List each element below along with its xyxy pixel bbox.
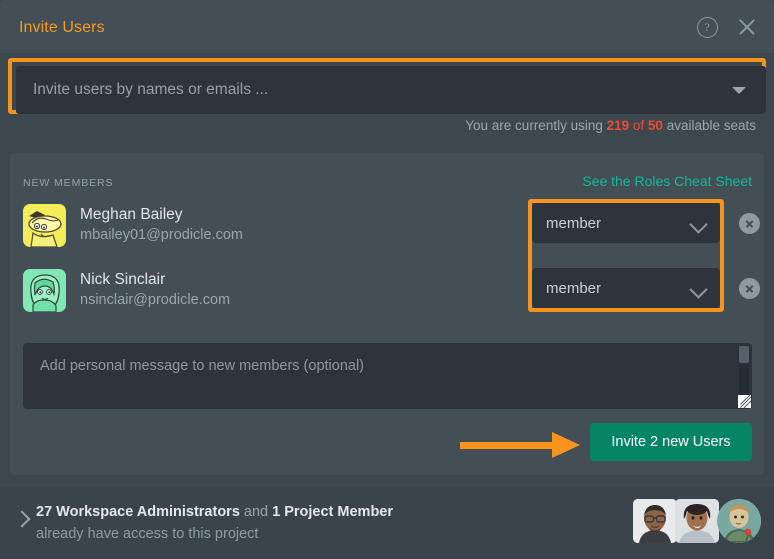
member-name: Meghan Bailey — [80, 206, 183, 223]
arrow-shaft — [460, 442, 554, 449]
footer-line-1: 27 Workspace Administrators and 1 Projec… — [36, 501, 393, 523]
resize-grip-icon[interactable] — [738, 395, 751, 408]
invite-users-input[interactable]: Invite users by names or emails ... — [16, 66, 766, 114]
project-members-count: 1 Project Member — [272, 504, 394, 520]
footer-text: 27 Workspace Administrators and 1 Projec… — [36, 501, 393, 545]
member-email: mbailey01@prodicle.com — [80, 227, 244, 243]
personal-message-textarea[interactable]: Add personal message to new members (opt… — [23, 343, 752, 409]
role-select-value: member — [546, 279, 602, 297]
list-item: Nick Sinclair nsinclair@prodicle.com — [23, 269, 230, 312]
help-circle-icon: ? — [696, 16, 718, 38]
remove-circle-x-icon — [745, 284, 754, 293]
scrollbar-thumb[interactable] — [739, 346, 749, 363]
close-button[interactable] — [734, 14, 760, 40]
existing-access-footer: 27 Workspace Administrators and 1 Projec… — [0, 487, 774, 559]
member-info: Meghan Bailey mbailey01@prodicle.com — [80, 206, 243, 245]
titlebar-actions: ? — [694, 14, 760, 40]
seats-of: of — [629, 118, 648, 133]
close-icon — [737, 17, 757, 37]
seat-suffix: available seats — [662, 118, 756, 133]
seat-prefix: You are currently using — [465, 118, 607, 133]
role-select-meghan-bailey[interactable]: member — [532, 203, 720, 243]
help-button[interactable]: ? — [694, 14, 720, 40]
dialog-title: Invite Users — [19, 19, 105, 36]
member-name: Nick Sinclair — [80, 271, 166, 288]
caret-down-icon[interactable] — [732, 87, 746, 94]
footer-line-2: already have access to this project — [36, 526, 259, 542]
remove-member-button[interactable] — [739, 213, 760, 234]
chevron-down-icon — [689, 215, 708, 234]
invite-new-users-button[interactable]: Invite 2 new Users — [590, 423, 752, 461]
remove-member-button[interactable] — [739, 278, 760, 299]
chevron-right-icon[interactable] — [13, 510, 31, 528]
role-select-value: member — [546, 214, 602, 232]
photo-avatar-man — [633, 499, 677, 543]
photo-avatar-woman — [675, 499, 719, 543]
roles-cheat-sheet-link[interactable]: See the Roles Cheat Sheet — [582, 173, 752, 189]
new-members-card: NEW MEMBERS See the Roles Cheat Sheet Me… — [10, 153, 764, 475]
annotation-arrow — [460, 432, 582, 458]
member-email: nsinclair@prodicle.com — [80, 292, 231, 308]
role-select-nick-sinclair[interactable]: member — [532, 268, 720, 308]
personal-message-placeholder: Add personal message to new members (opt… — [40, 358, 364, 374]
seats-total: 50 — [647, 118, 663, 133]
dialog-titlebar: Invite Users ? — [0, 0, 774, 53]
existing-members-avatars — [633, 499, 761, 543]
green-cartoon-avatar — [23, 269, 66, 312]
seats-used: 219 — [606, 118, 630, 133]
invite-input-placeholder: Invite users by names or emails ... — [33, 81, 269, 98]
invite-users-dialog: Invite Users ? Invite users by names or … — [0, 0, 774, 559]
workspace-admins-count: 27 Workspace Administrators — [36, 504, 240, 520]
list-item: Meghan Bailey mbailey01@prodicle.com — [23, 204, 243, 247]
invite-input-highlight: Invite users by names or emails ... — [8, 58, 766, 114]
footer-conjunction: and — [239, 504, 273, 520]
remove-circle-x-icon — [745, 219, 754, 228]
member-info: Nick Sinclair nsinclair@prodicle.com — [80, 271, 230, 310]
yellow-cartoon-avatar — [23, 204, 66, 247]
arrow-head — [552, 432, 580, 458]
seat-usage-text: You are currently using 219 of 50 availa… — [465, 118, 756, 133]
new-members-label: NEW MEMBERS — [23, 177, 114, 189]
chevron-down-icon — [689, 280, 708, 299]
illustrated-avatar-round — [717, 499, 761, 543]
